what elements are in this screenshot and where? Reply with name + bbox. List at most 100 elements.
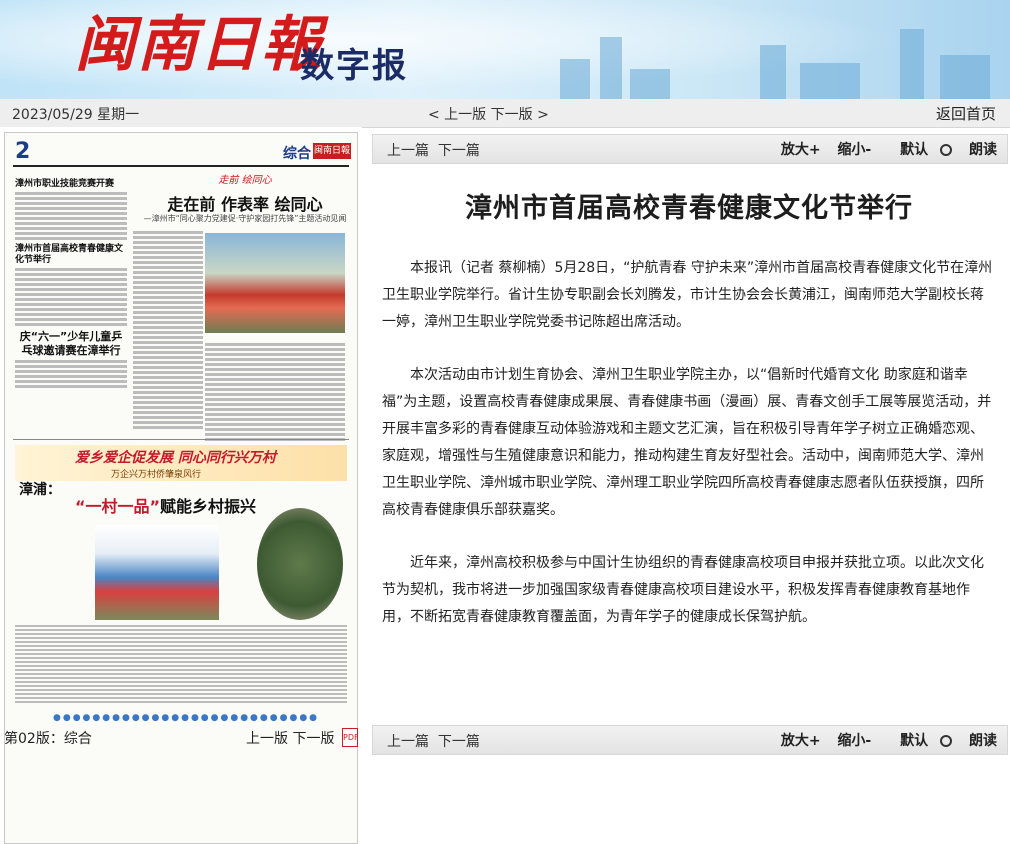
text-line <box>15 303 127 306</box>
read-aloud-button[interactable]: 朗读 <box>969 142 997 158</box>
text-line <box>15 318 127 321</box>
article-toolbar-top: 上一篇 下一篇 放大+ 缩小- 默认 朗读 <box>372 134 1008 164</box>
text-line <box>133 331 203 334</box>
text-line <box>15 222 127 225</box>
thumbnail-header: 2 综合 闽南日報 <box>13 139 351 167</box>
masthead-banner: 闽南日報 数字报 <box>0 0 1010 99</box>
text-line <box>15 385 127 388</box>
text-line <box>133 276 203 279</box>
zoom-out-button[interactable]: 缩小- <box>837 142 871 158</box>
text-line <box>133 421 203 424</box>
text-line <box>133 356 203 359</box>
next-article-button[interactable]: 下一篇 <box>438 734 480 750</box>
text-line <box>133 266 203 269</box>
text-line <box>205 373 345 376</box>
prev-page-link[interactable]: < 上一版 <box>428 107 486 123</box>
text-line <box>133 306 203 309</box>
thumbnail-lead-title[interactable]: 走在前 作表率 绘同心 <box>140 191 350 215</box>
article-body: 本报讯（记者 蔡柳楠）5月28日，“护航青春 守护未来”漳州市首届高校青春健康文… <box>382 255 996 657</box>
thumbnail-trees-photo <box>257 508 343 620</box>
text-line <box>205 363 345 366</box>
text-line <box>15 685 347 687</box>
article-paragraph: 本报讯（记者 蔡柳楠）5月28日，“护航青春 守护未来”漳州市首届高校青春健康文… <box>382 260 993 330</box>
page-pagination: 上一版 下一版 <box>246 728 334 748</box>
feature-title-highlight: “一村一品” <box>75 497 161 516</box>
text-line <box>133 311 203 314</box>
text-line <box>205 368 345 371</box>
text-line <box>15 649 347 651</box>
text-line <box>15 313 127 316</box>
thumbnail-section: 综合 <box>283 146 311 162</box>
text-line <box>133 366 203 369</box>
prev-page-button[interactable]: 上一版 <box>246 731 288 747</box>
text-line <box>15 298 127 301</box>
reading-tools: 放大+ 缩小- 默认 朗读 <box>769 730 997 750</box>
text-line <box>205 428 345 431</box>
text-line <box>205 388 345 391</box>
zoom-in-button[interactable]: 放大+ <box>781 142 821 158</box>
page-thumbnail-panel: 2 综合 闽南日報 漳州市职业技能竞赛开赛 漳州市首届高校青春健康文化节举行 庆… <box>0 127 362 844</box>
text-line <box>133 371 203 374</box>
text-line <box>15 629 347 631</box>
text-line <box>205 408 345 411</box>
thumbnail-article-link[interactable]: 庆“六一”少年儿童乒乓球邀请赛在漳举行 <box>15 330 127 358</box>
text-line <box>15 197 127 200</box>
text-line <box>133 291 203 294</box>
text-line <box>133 246 203 249</box>
radio-icon <box>940 144 953 156</box>
digital-edition-label: 数字报 <box>300 46 408 86</box>
text-line <box>133 241 203 244</box>
text-line <box>15 375 127 378</box>
text-line <box>133 316 203 319</box>
thumbnail-brand: 闽南日報 <box>313 143 351 159</box>
article-nav: 上一篇 下一篇 <box>387 731 480 751</box>
text-line <box>15 701 347 703</box>
text-line <box>15 207 127 210</box>
default-size-button[interactable]: 默认 <box>888 142 953 158</box>
prev-article-button[interactable]: 上一篇 <box>387 143 429 159</box>
back-home-link[interactable]: 返回首页 <box>936 103 996 124</box>
text-line <box>15 217 127 220</box>
read-aloud-button[interactable]: 朗读 <box>969 733 997 749</box>
text-line <box>133 296 203 299</box>
text-line <box>15 681 347 683</box>
text-line <box>133 426 203 429</box>
banner-building <box>940 55 990 99</box>
zoom-in-button[interactable]: 放大+ <box>781 733 821 749</box>
default-size-label: 默认 <box>900 733 929 749</box>
text-line <box>133 236 203 239</box>
ad-title: 爱乡爱企促发展 同心同行兴万村 <box>75 450 276 466</box>
text-line <box>15 677 347 679</box>
text-line <box>15 669 347 671</box>
next-article-button[interactable]: 下一篇 <box>438 143 480 159</box>
text-line <box>15 370 127 373</box>
text-line <box>15 237 127 240</box>
zoom-out-button[interactable]: 缩小- <box>837 733 871 749</box>
text-line <box>133 231 203 234</box>
thumbnail-left-column: 漳州市职业技能竞赛开赛 漳州市首届高校青春健康文化节举行 庆“六一”少年儿童乒乓… <box>15 175 127 390</box>
next-page-link[interactable]: 下一版 > <box>491 107 549 123</box>
text-line <box>15 232 127 235</box>
page-footer-bar: 第02版：综合 上一版 下一版 PDF <box>0 723 362 753</box>
prev-article-button[interactable]: 上一篇 <box>387 734 429 750</box>
default-size-button[interactable]: 默认 <box>888 733 953 749</box>
thumbnail-feature-title[interactable]: “一村一品”赋能乡村振兴 <box>75 493 256 517</box>
next-page-button[interactable]: 下一版 <box>292 731 334 747</box>
thumbnail-article-link[interactable]: 漳州市首届高校青春健康文化节举行 <box>15 244 127 266</box>
text-line <box>15 689 347 691</box>
thumbnail-pagination-dots: ●●●●●●●●●●●●●●●●●●●●●●●●●●● <box>53 713 320 723</box>
text-line <box>133 376 203 379</box>
text-line <box>205 378 345 381</box>
text-line <box>15 625 347 627</box>
text-line <box>205 348 345 351</box>
text-line <box>15 278 127 281</box>
text-line <box>133 341 203 344</box>
text-line <box>205 418 345 421</box>
text-line <box>133 261 203 264</box>
text-line <box>205 383 345 386</box>
thumbnail-article-link[interactable]: 漳州市职业技能竞赛开赛 <box>15 179 127 190</box>
pdf-icon[interactable]: PDF <box>342 728 359 747</box>
text-line <box>15 380 127 383</box>
ad-subtitle: 万企兴万村侨肇泉风行 <box>111 470 202 480</box>
text-line <box>205 398 345 401</box>
